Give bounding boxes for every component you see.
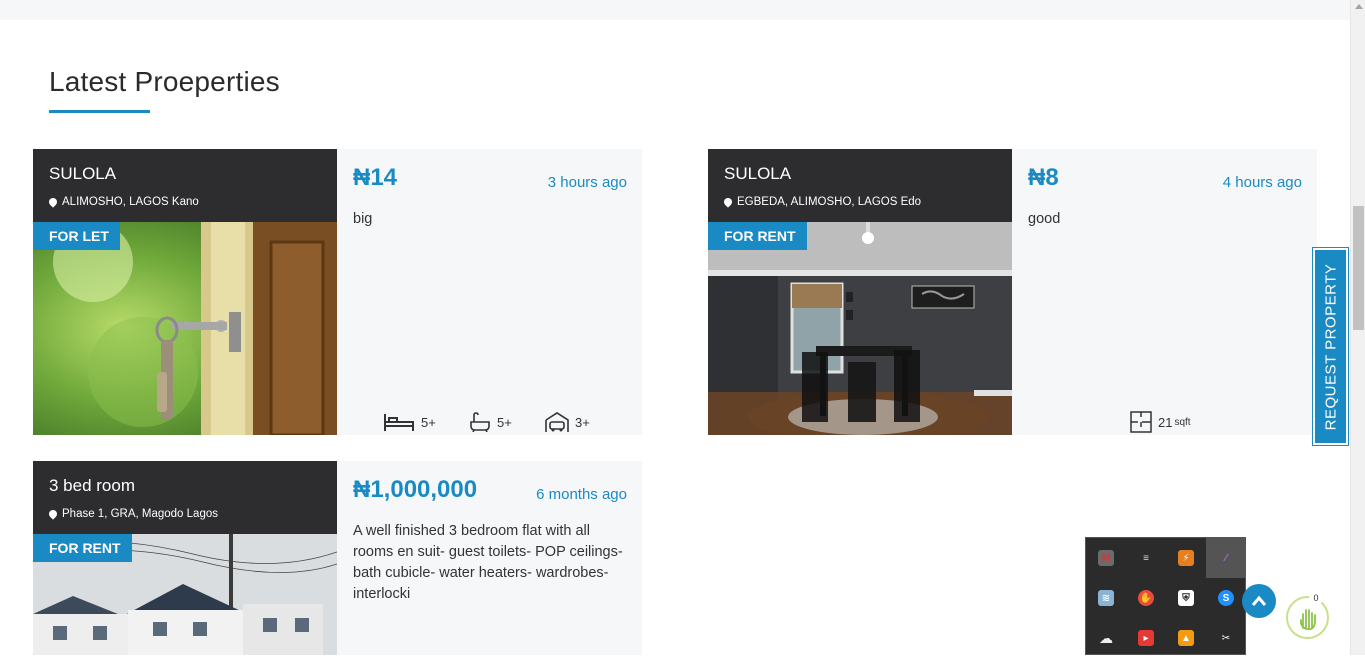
hand-icon	[1299, 608, 1316, 630]
request-property-label: REQUEST PROPERTY	[1322, 263, 1339, 430]
status-badge: FOR RENT	[708, 222, 807, 250]
scroll-up-arrow-icon[interactable]	[1355, 4, 1363, 9]
chevron-up-icon	[1251, 595, 1267, 606]
orange-app-icon[interactable]: ⚡	[1166, 538, 1206, 578]
garage-icon	[545, 412, 569, 432]
cloud-icon[interactable]: ☁	[1086, 618, 1126, 658]
baths-feature: 5+	[469, 409, 512, 435]
snip-icon[interactable]: ✂	[1206, 618, 1246, 658]
card-image-panel[interactable]: 3 bed room Phase 1, GRA, Magodo Lagos FO…	[33, 461, 337, 655]
posted-time: 4 hours ago	[1222, 174, 1302, 191]
location-text: Phase 1, GRA, Magodo Lagos	[62, 508, 218, 520]
card-details: ₦14 3 hours ago big 5+ 5+ 3+	[337, 149, 642, 435]
property-location: Phase 1, GRA, Magodo Lagos	[47, 508, 218, 520]
area-value: 21	[1158, 414, 1173, 430]
property-photo[interactable]	[708, 222, 1012, 435]
property-card[interactable]: SULOLA ALIMOSHO, LAGOS Kano FOR LET ₦14 …	[33, 149, 642, 435]
request-property-tab[interactable]: REQUEST PROPERTY	[1312, 247, 1349, 446]
floor-plan-icon	[1130, 411, 1152, 433]
property-price: ₦14	[353, 164, 398, 191]
page-scrollbar[interactable]	[1350, 0, 1365, 655]
vlc-icon[interactable]: ▲	[1166, 618, 1206, 658]
property-name[interactable]: SULOLA	[49, 164, 116, 184]
red-app-icon[interactable]: ▸	[1126, 618, 1166, 658]
widget-count-badge: 0	[1309, 591, 1323, 605]
title-underline	[49, 110, 150, 113]
card-image-panel[interactable]: SULOLA EGBEDA, ALIMOSHO, LAGOS Edo FOR R…	[708, 149, 1012, 435]
network-icon[interactable]: ≡	[1126, 538, 1166, 578]
shield-icon[interactable]: ⛨	[1166, 578, 1206, 618]
garages-count: 3+	[575, 414, 590, 430]
property-description: big	[353, 211, 373, 227]
top-strip	[0, 0, 1350, 20]
property-price: ₦1,000,000	[353, 476, 478, 503]
posted-time: 6 months ago	[536, 486, 627, 503]
location-pin-icon	[47, 196, 59, 208]
property-card[interactable]: SULOLA EGBEDA, ALIMOSHO, LAGOS Edo FOR R…	[708, 149, 1317, 435]
posted-time: 3 hours ago	[547, 174, 627, 191]
card-details: ₦1,000,000 6 months ago A well finished …	[337, 461, 642, 655]
property-photo[interactable]	[33, 222, 337, 435]
card-details: ₦8 4 hours ago good 21 sqft	[1012, 149, 1317, 435]
feather-icon[interactable]: ⁄	[1206, 538, 1246, 578]
area-feature: 21 sqft	[1130, 409, 1191, 435]
property-description: A well finished 3 bedroom flat with all …	[353, 523, 623, 602]
property-location: ALIMOSHO, LAGOS Kano	[47, 196, 199, 208]
system-tray-popup: M ≡ ⚡ ⁄ ≋ ✋ ⛨ S ☁ ▸ ▲ ✂	[1085, 537, 1246, 655]
bed-icon	[384, 414, 414, 431]
section-title: Latest Proeperties	[49, 66, 280, 97]
location-pin-icon	[722, 196, 734, 208]
beds-count: 5+	[421, 414, 436, 430]
location-pin-icon	[47, 508, 59, 520]
scrollbar-thumb[interactable]	[1353, 206, 1364, 330]
garages-feature: 3+	[545, 409, 590, 435]
skype-icon[interactable]: S	[1206, 578, 1246, 618]
scroll-to-top-button[interactable]	[1242, 584, 1276, 618]
property-location: EGBEDA, ALIMOSHO, LAGOS Edo	[722, 196, 922, 208]
disk-icon[interactable]: ≋	[1086, 578, 1126, 618]
accessibility-widget[interactable]	[1286, 596, 1329, 639]
property-card[interactable]: 3 bed room Phase 1, GRA, Magodo Lagos FO…	[33, 461, 642, 655]
bathtub-icon	[470, 412, 490, 432]
property-description: good	[1028, 211, 1061, 227]
location-text: ALIMOSHO, LAGOS Kano	[62, 196, 199, 208]
property-price: ₦8	[1028, 164, 1059, 191]
property-name[interactable]: SULOLA	[724, 164, 791, 184]
property-name[interactable]: 3 bed room	[49, 476, 135, 496]
mcafee-icon[interactable]: M	[1086, 538, 1126, 578]
beds-feature: 5+	[383, 409, 436, 435]
card-image-panel[interactable]: SULOLA ALIMOSHO, LAGOS Kano FOR LET	[33, 149, 337, 435]
status-badge: FOR LET	[33, 222, 120, 250]
status-badge: FOR RENT	[33, 534, 132, 562]
area-unit: sqft	[1174, 416, 1191, 428]
hand-red-icon[interactable]: ✋	[1126, 578, 1166, 618]
location-text: EGBEDA, ALIMOSHO, LAGOS Edo	[737, 196, 922, 208]
baths-count: 5+	[497, 414, 512, 430]
